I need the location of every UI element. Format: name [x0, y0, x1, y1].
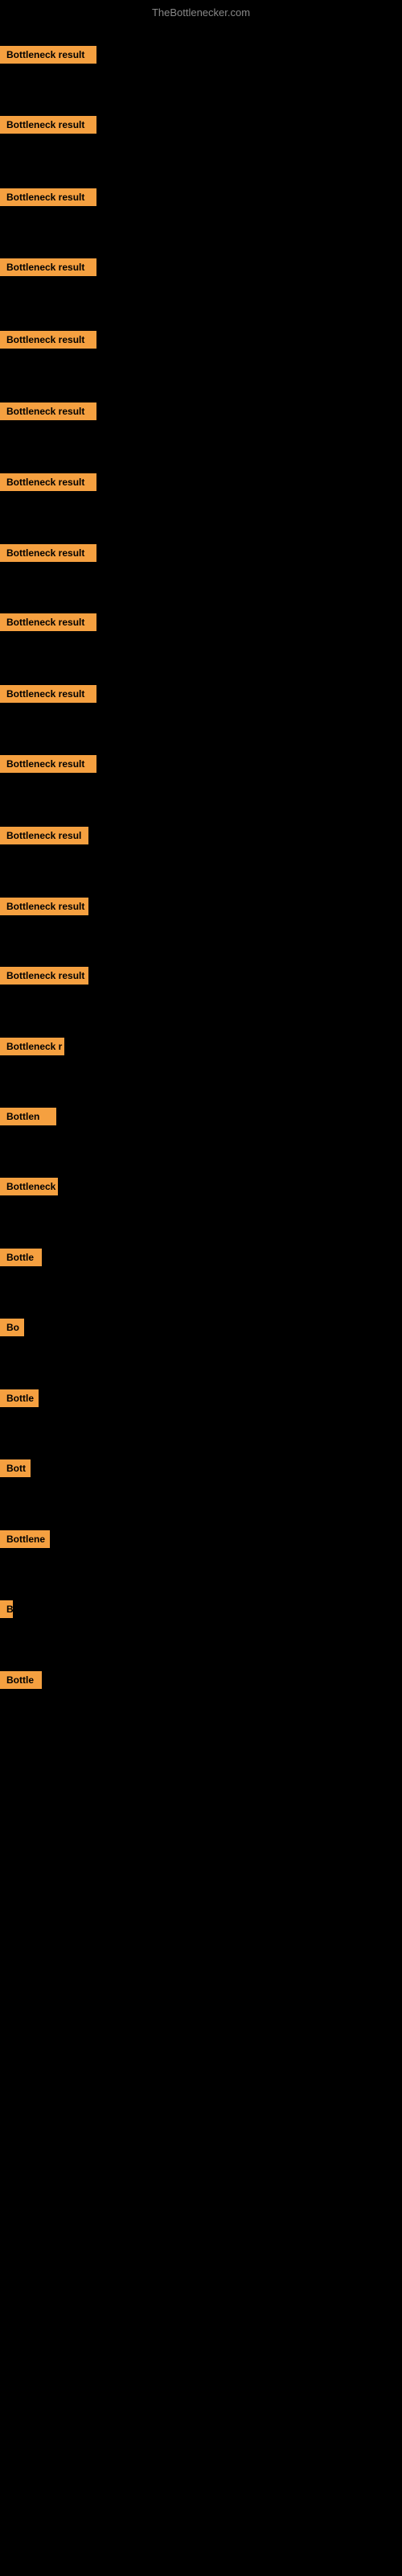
bottleneck-result-badge[interactable]: Bottle — [0, 1249, 42, 1266]
bottleneck-result-badge[interactable]: Bottleneck result — [0, 331, 96, 349]
bottleneck-result-badge[interactable]: B — [0, 1600, 13, 1618]
bottleneck-result-badge[interactable]: Bottleneck result — [0, 755, 96, 773]
bottleneck-result-badge[interactable]: Bottleneck result — [0, 898, 88, 915]
bottleneck-result-badge[interactable]: Bottlen — [0, 1108, 56, 1125]
bottleneck-result-badge[interactable]: Bottlene — [0, 1530, 50, 1548]
bottleneck-result-badge[interactable]: Bottle — [0, 1389, 39, 1407]
bottleneck-result-badge[interactable]: Bottleneck resul — [0, 827, 88, 844]
bottleneck-result-badge[interactable]: Bottleneck r — [0, 1038, 64, 1055]
bottleneck-result-badge[interactable]: Bo — [0, 1319, 24, 1336]
bottleneck-result-badge[interactable]: Bottleneck result — [0, 473, 96, 491]
bottleneck-result-badge[interactable]: Bottleneck result — [0, 613, 96, 631]
bottleneck-result-badge[interactable]: Bottleneck — [0, 1178, 58, 1195]
bottleneck-result-badge[interactable]: Bottleneck result — [0, 258, 96, 276]
bottleneck-result-badge[interactable]: Bottleneck result — [0, 967, 88, 985]
bottleneck-result-badge[interactable]: Bottleneck result — [0, 46, 96, 64]
bottleneck-result-badge[interactable]: Bottleneck result — [0, 188, 96, 206]
bottleneck-result-badge[interactable]: Bottleneck result — [0, 544, 96, 562]
bottleneck-result-badge[interactable]: Bottleneck result — [0, 685, 96, 703]
bottleneck-result-badge[interactable]: Bott — [0, 1459, 31, 1477]
bottleneck-result-badge[interactable]: Bottle — [0, 1671, 42, 1689]
bottleneck-result-badge[interactable]: Bottleneck result — [0, 402, 96, 420]
site-title: TheBottlenecker.com — [0, 6, 402, 19]
bottleneck-result-badge[interactable]: Bottleneck result — [0, 116, 96, 134]
